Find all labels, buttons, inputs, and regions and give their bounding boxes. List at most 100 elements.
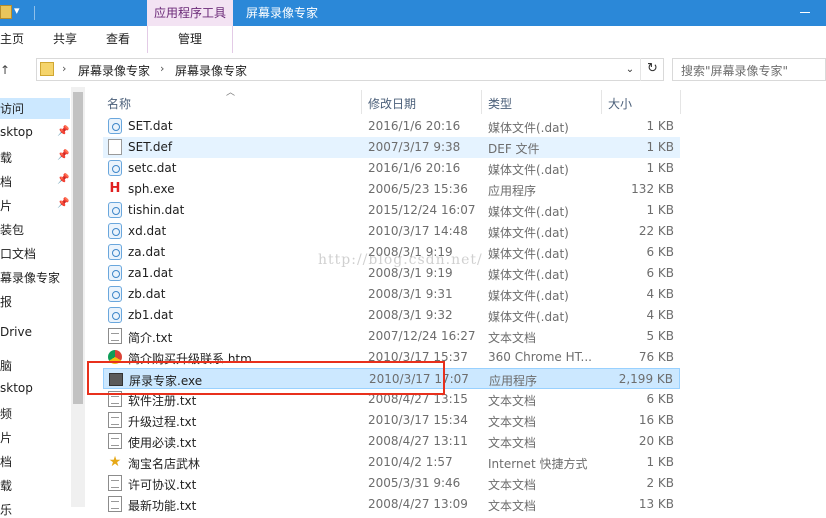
nav-item-downloads[interactable]: 载 <box>0 149 12 166</box>
txt-file-icon <box>108 475 122 491</box>
tab-share[interactable]: 共享 <box>53 26 77 53</box>
nav-item-onedrive[interactable]: Drive <box>0 325 32 339</box>
file-date: 2016/1/6 20:16 <box>368 161 461 175</box>
file-row[interactable]: 简介.txt 2007/12/24 16:27 文本文档 5 KB <box>103 326 680 347</box>
file-date: 2010/3/17 17:07 <box>369 372 469 386</box>
txt-file-icon <box>108 391 122 407</box>
address-dropdown-icon[interactable]: ⌄ <box>622 61 638 78</box>
nav-item-videos[interactable]: 频 <box>0 405 12 422</box>
nav-item-music[interactable]: 乐 <box>0 501 12 518</box>
column-header-type[interactable]: 类型 <box>488 95 512 112</box>
dat-file-icon <box>108 244 122 260</box>
pin-icon[interactable]: 📌 <box>57 174 69 185</box>
file-date: 2008/3/1 9:19 <box>368 266 453 280</box>
dat-file-icon <box>108 307 122 323</box>
breadcrumb-parent[interactable]: 屏幕录像专家 <box>78 62 150 79</box>
column-header-name[interactable]: 名称 <box>107 95 131 112</box>
file-row[interactable]: 软件注册.txt 2008/4/27 13:15 文本文档 6 KB <box>103 389 680 410</box>
file-row[interactable]: 简介购买升级联系.htm 2010/3/17 15:37 360 Chrome HT… <box>103 347 680 368</box>
file-row[interactable]: tishin.dat 2015/12/24 16:07 媒体文件(.dat) 1 KB <box>103 200 680 221</box>
nav-item-pc-pictures[interactable]: 片 <box>0 429 12 446</box>
file-date: 2008/4/27 13:15 <box>368 392 468 406</box>
pin-icon[interactable]: 📌 <box>57 126 69 137</box>
chevron-right-icon[interactable]: › <box>160 62 164 75</box>
file-row[interactable]: xd.dat 2010/3/17 14:48 媒体文件(.dat) 22 KB <box>103 221 680 242</box>
column-divider[interactable] <box>361 90 362 114</box>
nav-item-desktop[interactable]: sktop <box>0 125 33 139</box>
file-row[interactable]: 许可协议.txt 2005/3/31 9:46 文本文档 2 KB <box>103 473 680 494</box>
file-type: 文本文档 <box>488 478 537 492</box>
nav-item-pc-downloads[interactable]: 载 <box>0 477 12 494</box>
watermark: http://blog.csdn.net/ <box>318 252 483 268</box>
file-size: 6 KB <box>646 392 674 406</box>
nav-scrollbar-thumb[interactable] <box>73 92 83 404</box>
nav-item-docs[interactable]: 口文档 <box>0 245 36 262</box>
pin-icon[interactable]: 📌 <box>57 198 69 209</box>
file-name: 软件注册.txt <box>128 394 197 408</box>
file-row[interactable]: ★ 淘宝名店武林 2010/4/2 1:57 Internet 快捷方式 1 KB <box>103 452 680 473</box>
file-size: 1 KB <box>646 161 674 175</box>
file-row[interactable]: 最新功能.txt 2008/4/27 13:09 文本文档 13 KB <box>103 494 680 515</box>
application-tools-tab[interactable]: 应用程序工具 <box>147 0 233 26</box>
file-row[interactable]: SET.dat 2016/1/6 20:16 媒体文件(.dat) 1 KB <box>103 116 680 137</box>
file-row[interactable]: 升级过程.txt 2010/3/17 15:34 文本文档 16 KB <box>103 410 680 431</box>
file-row[interactable]: 屏录专家.exe 2010/3/17 17:07 应用程序 2,199 KB <box>103 368 680 389</box>
quick-access-dropdown-icon[interactable]: ▾ <box>14 4 20 17</box>
file-date: 2010/3/17 15:34 <box>368 413 468 427</box>
tab-home[interactable]: 主页 <box>0 26 24 53</box>
tab-manage[interactable]: 管理 <box>147 26 233 53</box>
file-type: 文本文档 <box>488 331 537 345</box>
nav-item-this-pc[interactable]: 脑 <box>0 357 12 374</box>
file-date: 2010/4/2 1:57 <box>368 455 453 469</box>
up-arrow-icon[interactable]: ↑ <box>0 63 10 77</box>
nav-item-screen-recorder[interactable]: 幕录像专家 <box>0 269 60 286</box>
file-row[interactable]: zb.dat 2008/3/1 9:31 媒体文件(.dat) 4 KB <box>103 284 680 305</box>
file-size: 5 KB <box>646 329 674 343</box>
dat-file-icon <box>108 286 122 302</box>
sort-ascending-icon: ︿ <box>226 88 236 98</box>
breadcrumb-current[interactable]: 屏幕录像专家 <box>175 62 247 79</box>
dat-file-icon <box>108 160 122 176</box>
nav-item-quick-access[interactable]: 访问 <box>0 98 70 119</box>
file-name: za1.dat <box>128 266 173 280</box>
file-size: 2,199 KB <box>618 372 673 386</box>
file-row[interactable]: zb1.dat 2008/3/1 9:32 媒体文件(.dat) 4 KB <box>103 305 680 326</box>
file-row[interactable]: 使用必读.txt 2008/4/27 13:11 文本文档 20 KB <box>103 431 680 452</box>
tab-view[interactable]: 查看 <box>106 26 130 53</box>
nav-item-pc-desktop[interactable]: sktop <box>0 381 33 395</box>
file-date: 2007/3/17 9:38 <box>368 140 461 154</box>
file-type: 360 Chrome HT... <box>488 350 592 364</box>
nav-item-pc-documents[interactable]: 档 <box>0 453 12 470</box>
file-row[interactable]: Hsph.exe 2006/5/23 15:36 应用程序 132 KB <box>103 179 680 200</box>
nav-item-install-package[interactable]: 装包 <box>0 221 24 238</box>
column-divider[interactable] <box>601 90 602 114</box>
pin-icon[interactable]: 📌 <box>57 150 69 161</box>
nav-item-report[interactable]: 报 <box>0 293 12 310</box>
file-type: DEF 文件 <box>488 142 540 156</box>
file-name: 使用必读.txt <box>128 436 197 450</box>
file-size: 1 KB <box>646 203 674 217</box>
column-header-size[interactable]: 大小 <box>608 95 632 112</box>
file-type: 媒体文件(.dat) <box>488 310 569 324</box>
file-date: 2008/4/27 13:09 <box>368 497 468 511</box>
column-divider[interactable] <box>680 90 681 114</box>
file-row[interactable]: SET.def 2007/3/17 9:38 DEF 文件 1 KB <box>103 137 680 158</box>
file-size: 132 KB <box>631 182 674 196</box>
search-placeholder: 搜索"屏幕录像专家" <box>681 64 789 78</box>
nav-item-pictures[interactable]: 片 <box>0 197 12 214</box>
file-date: 2015/12/24 16:07 <box>368 203 476 217</box>
file-name: 简介.txt <box>128 331 173 345</box>
file-row[interactable]: setc.dat 2016/1/6 20:16 媒体文件(.dat) 1 KB <box>103 158 680 179</box>
column-divider[interactable] <box>481 90 482 114</box>
nav-item-documents[interactable]: 档 <box>0 173 12 190</box>
minimize-button[interactable] <box>782 4 826 22</box>
file-name: zb1.dat <box>128 308 174 322</box>
dat-file-icon <box>108 265 122 281</box>
file-name: SET.dat <box>128 119 173 133</box>
file-size: 2 KB <box>646 476 674 490</box>
column-header-date[interactable]: 修改日期 <box>368 95 416 112</box>
file-size: 16 KB <box>638 413 674 427</box>
file-type: 媒体文件(.dat) <box>488 268 569 282</box>
refresh-icon[interactable]: ↻ <box>640 58 664 81</box>
chevron-right-icon[interactable]: › <box>62 62 66 75</box>
